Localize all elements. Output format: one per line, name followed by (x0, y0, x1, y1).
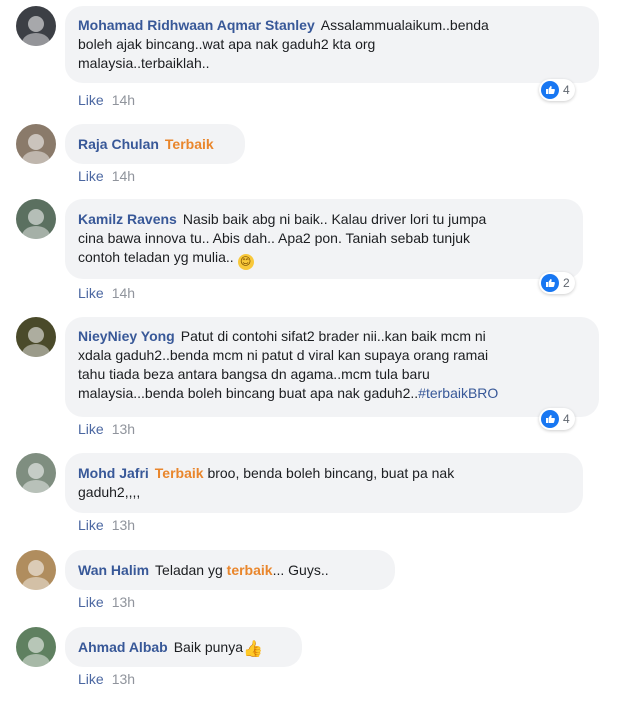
comment-actions: Like 14h (78, 92, 135, 108)
comment-author[interactable]: NieyNiey Yong (78, 328, 175, 344)
avatar-figure (28, 134, 44, 150)
comment-line: boleh ajak bincang..wat apa nak gaduh2 k… (78, 36, 376, 52)
comment-actions: Like 14h (78, 168, 135, 184)
comment-text: broo, benda boleh bincang, buat pa nak (207, 465, 455, 481)
comment-bubble: Kamilz Ravens Nasib baik abg ni baik.. Ka… (65, 199, 583, 279)
comment-author[interactable]: Ahmad Albab (78, 639, 168, 655)
like-button[interactable]: Like (78, 285, 104, 301)
comment-text: Nasib baik abg ni baik.. Kalau driver lo… (182, 211, 487, 227)
tag-link[interactable]: Terbaik (155, 465, 204, 481)
avatar-figure (22, 480, 50, 493)
comment-text: Baik punya (173, 639, 243, 655)
comment-bubble: Mohamad Ridhwaan Aqmar Stanley Assalammua… (65, 6, 599, 83)
avatar-figure (22, 226, 50, 239)
tag-link[interactable]: terbaik (227, 562, 273, 578)
avatar-figure (28, 637, 44, 653)
comment-line: xdala gaduh2..benda mcm ni patut d viral… (78, 347, 489, 363)
comment-bubble: Mohd Jafri Terbaik broo, benda boleh binc… (65, 453, 583, 513)
comment-author[interactable]: Kamilz Ravens (78, 211, 177, 227)
avatar[interactable] (16, 453, 56, 493)
like-reaction-icon (541, 81, 559, 99)
comment-actions: Like 14h (78, 285, 135, 301)
comment-author[interactable]: Raja Chulan (78, 136, 159, 152)
reaction-count-value: 2 (563, 276, 570, 290)
avatar-figure (28, 209, 44, 225)
reaction-count[interactable]: 4 (539, 79, 575, 101)
comment-author[interactable]: Wan Halim (78, 562, 149, 578)
avatar[interactable] (16, 6, 56, 46)
like-button[interactable]: Like (78, 671, 104, 687)
comment-author[interactable]: Mohd Jafri (78, 465, 149, 481)
avatar-figure (28, 16, 44, 32)
timestamp[interactable]: 14h (112, 285, 135, 301)
comment-text: malaysia...benda boleh bincang buat apa … (78, 385, 419, 401)
like-button[interactable]: Like (78, 421, 104, 437)
like-reaction-icon (541, 274, 559, 292)
comment-text: contoh teladan yg mulia.. (78, 249, 234, 265)
comment-line: Kamilz Ravens Nasib baik abg ni baik.. Ka… (78, 210, 570, 229)
comment-actions: Like 13h (78, 517, 135, 533)
comment-actions: Like 13h (78, 594, 135, 610)
timestamp[interactable]: 14h (112, 92, 135, 108)
reaction-count[interactable]: 4 (539, 408, 575, 430)
avatar[interactable] (16, 124, 56, 164)
timestamp[interactable]: 14h (112, 168, 135, 184)
comment-line: cina bawa innova tu.. Abis dah.. Apa2 po… (78, 230, 471, 246)
avatar-figure (22, 33, 50, 46)
comment-line: gaduh2,,,, (78, 484, 141, 500)
reaction-count-value: 4 (563, 412, 570, 426)
avatar[interactable] (16, 550, 56, 590)
comment-text: Teladan yg (155, 562, 223, 578)
avatar[interactable] (16, 317, 56, 357)
avatar[interactable] (16, 627, 56, 667)
comment-bubble: Ahmad Albab Baik punya👍 (65, 627, 302, 667)
reaction-count-value: 4 (563, 83, 570, 97)
like-reaction-icon (541, 410, 559, 428)
avatar-figure (22, 151, 50, 164)
avatar-figure (22, 577, 50, 590)
like-button[interactable]: Like (78, 517, 104, 533)
avatar-figure (22, 654, 50, 667)
comment-text: Assalammualaikum..benda (320, 17, 489, 33)
comment-bubble: Wan Halim Teladan yg terbaik... Guys.. (65, 550, 395, 590)
comment-bubble: Raja Chulan Terbaik (65, 124, 245, 164)
hashtag-link[interactable]: #terbaikBRO (418, 385, 498, 401)
comment-line: NieyNiey Yong Patut di contohi sifat2 bra… (78, 327, 586, 346)
comment-line: malaysia...benda boleh bincang buat apa … (78, 384, 586, 403)
tag-link[interactable]: Terbaik (165, 136, 214, 152)
comment-actions: Like 13h (78, 421, 135, 437)
smile-emoji-icon: 😊 (237, 254, 254, 270)
comment-bubble: NieyNiey Yong Patut di contohi sifat2 bra… (65, 317, 599, 417)
avatar-figure (28, 463, 44, 479)
avatar-figure (28, 560, 44, 576)
comment-line: tahu tiada beza antara bangsa dn agama..… (78, 366, 430, 382)
thumbs-up-emoji-icon: 👍 (243, 641, 263, 658)
comment-text: ... Guys.. (272, 562, 329, 578)
avatar-figure (28, 327, 44, 343)
avatar[interactable] (16, 199, 56, 239)
comment-line: contoh teladan yg mulia.. 😊 (78, 248, 570, 270)
comment-line: Mohd Jafri Terbaik broo, benda boleh binc… (78, 464, 570, 483)
reaction-count[interactable]: 2 (539, 272, 575, 294)
like-button[interactable]: Like (78, 168, 104, 184)
avatar-figure (22, 344, 50, 357)
like-button[interactable]: Like (78, 92, 104, 108)
comment-line: malaysia..terbaiklah.. (78, 55, 210, 71)
comment-line: Mohamad Ridhwaan Aqmar Stanley Assalammua… (78, 16, 586, 35)
timestamp[interactable]: 13h (112, 671, 135, 687)
like-button[interactable]: Like (78, 594, 104, 610)
timestamp[interactable]: 13h (112, 421, 135, 437)
comment-actions: Like 13h (78, 671, 135, 687)
comment-author[interactable]: Mohamad Ridhwaan Aqmar Stanley (78, 17, 315, 33)
timestamp[interactable]: 13h (112, 517, 135, 533)
timestamp[interactable]: 13h (112, 594, 135, 610)
comment-text: Patut di contohi sifat2 brader nii..kan … (180, 328, 486, 344)
